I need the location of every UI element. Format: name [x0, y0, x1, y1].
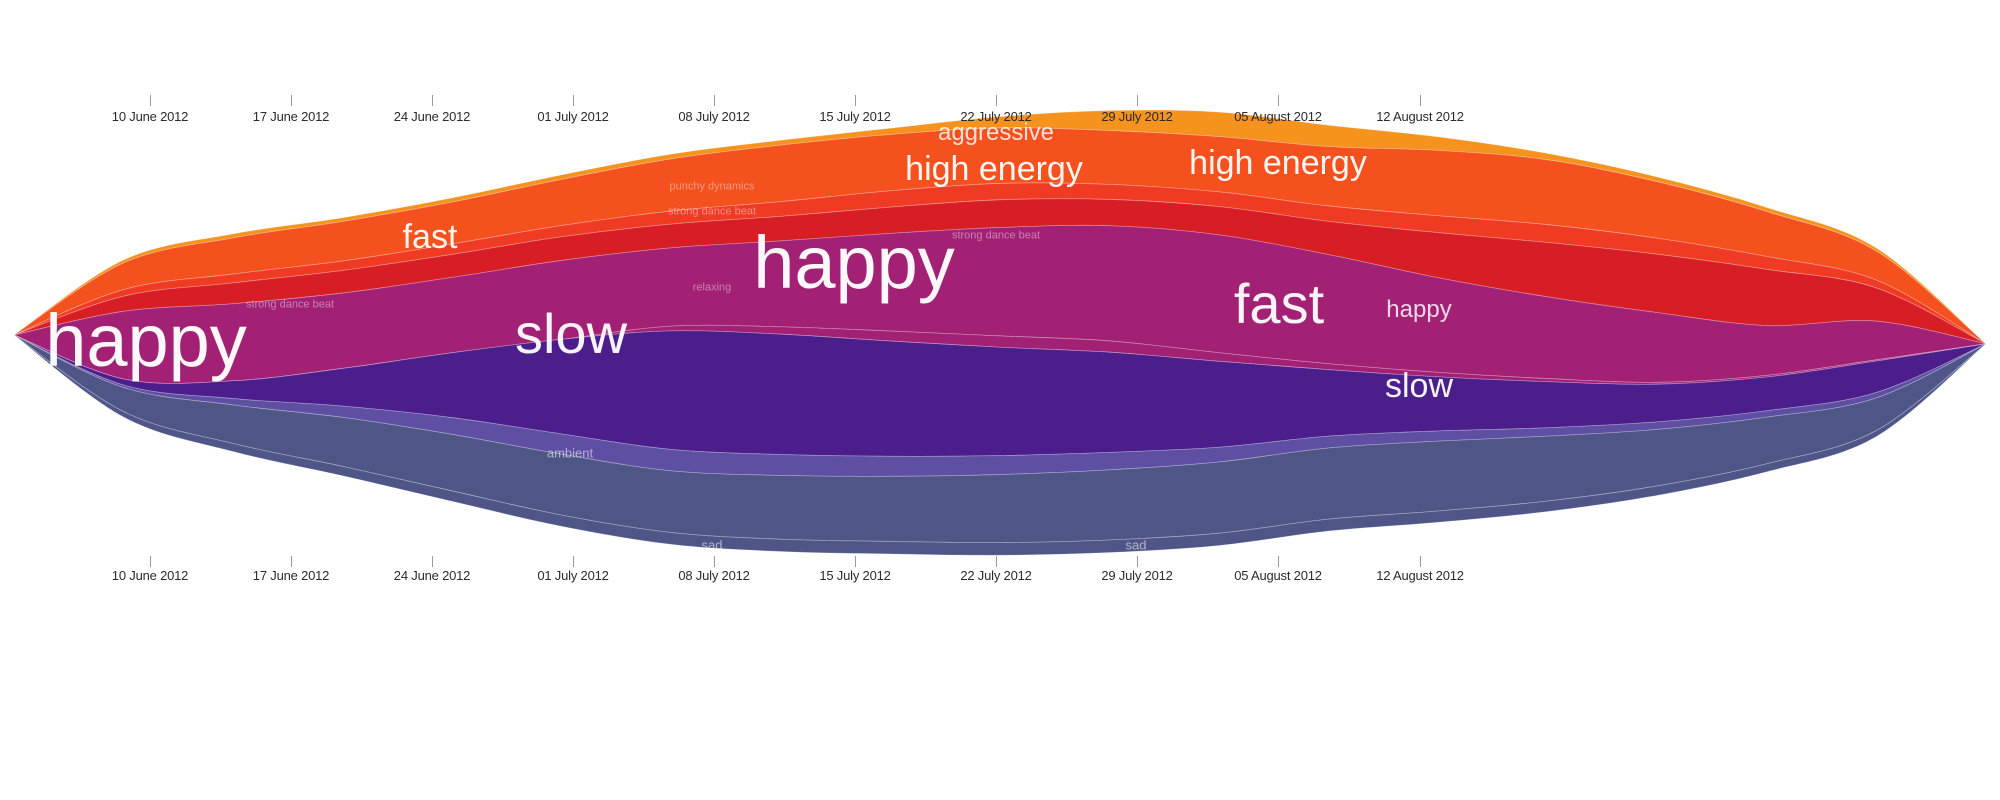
axis-tick-label: 24 June 2012: [393, 568, 471, 583]
axis-tick-mark: [432, 95, 433, 106]
axis-tick-mark: [1278, 556, 1279, 567]
axis-tick-label: 15 July 2012: [819, 568, 891, 583]
axis-tick-mark: [1420, 556, 1421, 567]
axis-tick-label: 22 July 2012: [960, 109, 1032, 124]
axis-tick-label: 01 July 2012: [537, 109, 609, 124]
axis-tick-mark: [291, 95, 292, 106]
axis-tick-label: 24 June 2012: [393, 109, 471, 124]
axis-tick-mark: [1420, 95, 1421, 106]
axis-tick-label: 12 August 2012: [1376, 568, 1464, 583]
axis-tick-label: 05 August 2012: [1234, 109, 1322, 124]
axis-tick-label: 29 July 2012: [1101, 109, 1173, 124]
axis-tick-mark: [855, 95, 856, 106]
axis-tick-mark: [996, 95, 997, 106]
axis-tick-label: 05 August 2012: [1234, 568, 1322, 583]
axis-tick-mark: [1137, 95, 1138, 106]
axis-tick-label: 22 July 2012: [960, 568, 1032, 583]
axis-tick-label: 10 June 2012: [111, 568, 189, 583]
axis-tick-mark: [855, 556, 856, 567]
axis-tick-mark: [291, 556, 292, 567]
axis-tick-mark: [714, 95, 715, 106]
axis-tick-mark: [432, 556, 433, 567]
axis-tick-mark: [573, 556, 574, 567]
axis-tick-mark: [573, 95, 574, 106]
axis-tick-label: 29 July 2012: [1101, 568, 1173, 583]
axis-tick-label: 15 July 2012: [819, 109, 891, 124]
streamgraph-visualization: 10 June 2012 17 June 2012 24 June 2012 01 J…: [0, 0, 2000, 800]
x-axis-top: 10 June 2012 17 June 2012 24 June 2012 01 J…: [0, 95, 2000, 125]
axis-tick-mark: [150, 556, 151, 567]
axis-tick-label: 08 July 2012: [678, 568, 750, 583]
axis-tick-label: 08 July 2012: [678, 109, 750, 124]
axis-tick-mark: [1137, 556, 1138, 567]
axis-tick-label: 17 June 2012: [252, 568, 330, 583]
axis-tick-mark: [996, 556, 997, 567]
axis-tick-label: 12 August 2012: [1376, 109, 1464, 124]
axis-tick-label: 17 June 2012: [252, 109, 330, 124]
axis-tick-label: 10 June 2012: [111, 109, 189, 124]
x-axis-bottom: 10 June 2012 17 June 2012 24 June 2012 01 J…: [0, 556, 2000, 586]
axis-tick-mark: [1278, 95, 1279, 106]
axis-tick-label: 01 July 2012: [537, 568, 609, 583]
axis-tick-mark: [714, 556, 715, 567]
axis-tick-mark: [150, 95, 151, 106]
